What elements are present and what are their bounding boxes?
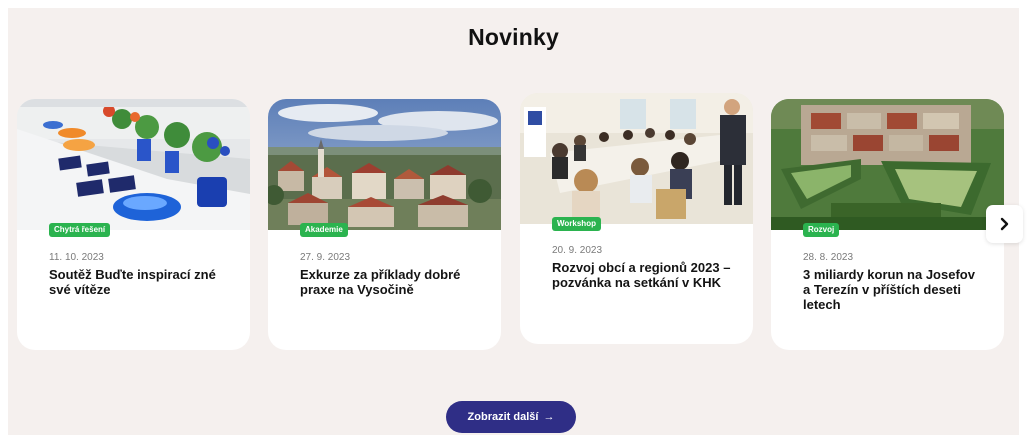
arrow-right-icon: → (543, 411, 555, 423)
news-card-1[interactable]: Chytrá řešení 11. 10. 2023 Soutěž Buďte … (17, 99, 250, 350)
news-card-tag: Rozvoj (803, 223, 840, 237)
chevron-right-icon (1000, 217, 1009, 231)
news-card-date: 27. 9. 2023 (300, 252, 351, 263)
news-card-date: 11. 10. 2023 (49, 252, 104, 263)
news-card-image[interactable] (17, 99, 250, 230)
show-more-label: Zobrazit další (467, 411, 539, 423)
news-card-date: 20. 9. 2023 (552, 245, 603, 256)
news-card-title[interactable]: Soutěž Buďte inspirací zné své vítěze (49, 267, 229, 297)
news-card-image[interactable] (520, 93, 753, 224)
news-card-4[interactable]: Rozvoj 28. 8. 2023 3 miliardy korun na J… (771, 99, 1004, 350)
town-panorama-photo (268, 99, 501, 230)
news-card-2[interactable]: Akademie 27. 9. 2023 Exkurze za příklady… (268, 99, 501, 350)
carousel-next-button[interactable] (986, 205, 1023, 243)
show-more-button[interactable]: Zobrazit další → (446, 401, 576, 433)
news-card-image[interactable] (771, 99, 1004, 230)
news-card-tag: Akademie (300, 223, 348, 237)
fortress-aerial-photo (771, 99, 1004, 230)
news-card-title[interactable]: Exkurze za příklady dobré praxe na Vysoč… (300, 267, 480, 297)
award-table-photo (17, 99, 250, 230)
news-card-3[interactable]: Workshop 20. 9. 2023 Rozvoj obcí a regio… (520, 93, 753, 344)
news-card-date: 28. 8. 2023 (803, 252, 854, 263)
section-title: Novinky (468, 24, 559, 50)
news-card-tag: Workshop (552, 217, 601, 231)
news-card-tag: Chytrá řešení (49, 223, 111, 237)
news-card-title[interactable]: 3 miliardy korun na Josefov a Terezín v … (803, 267, 983, 312)
conference-room-photo (520, 93, 753, 224)
news-card-title[interactable]: Rozvoj obcí a regionů 2023 – pozvánka na… (552, 260, 732, 290)
news-card-image[interactable] (268, 99, 501, 230)
